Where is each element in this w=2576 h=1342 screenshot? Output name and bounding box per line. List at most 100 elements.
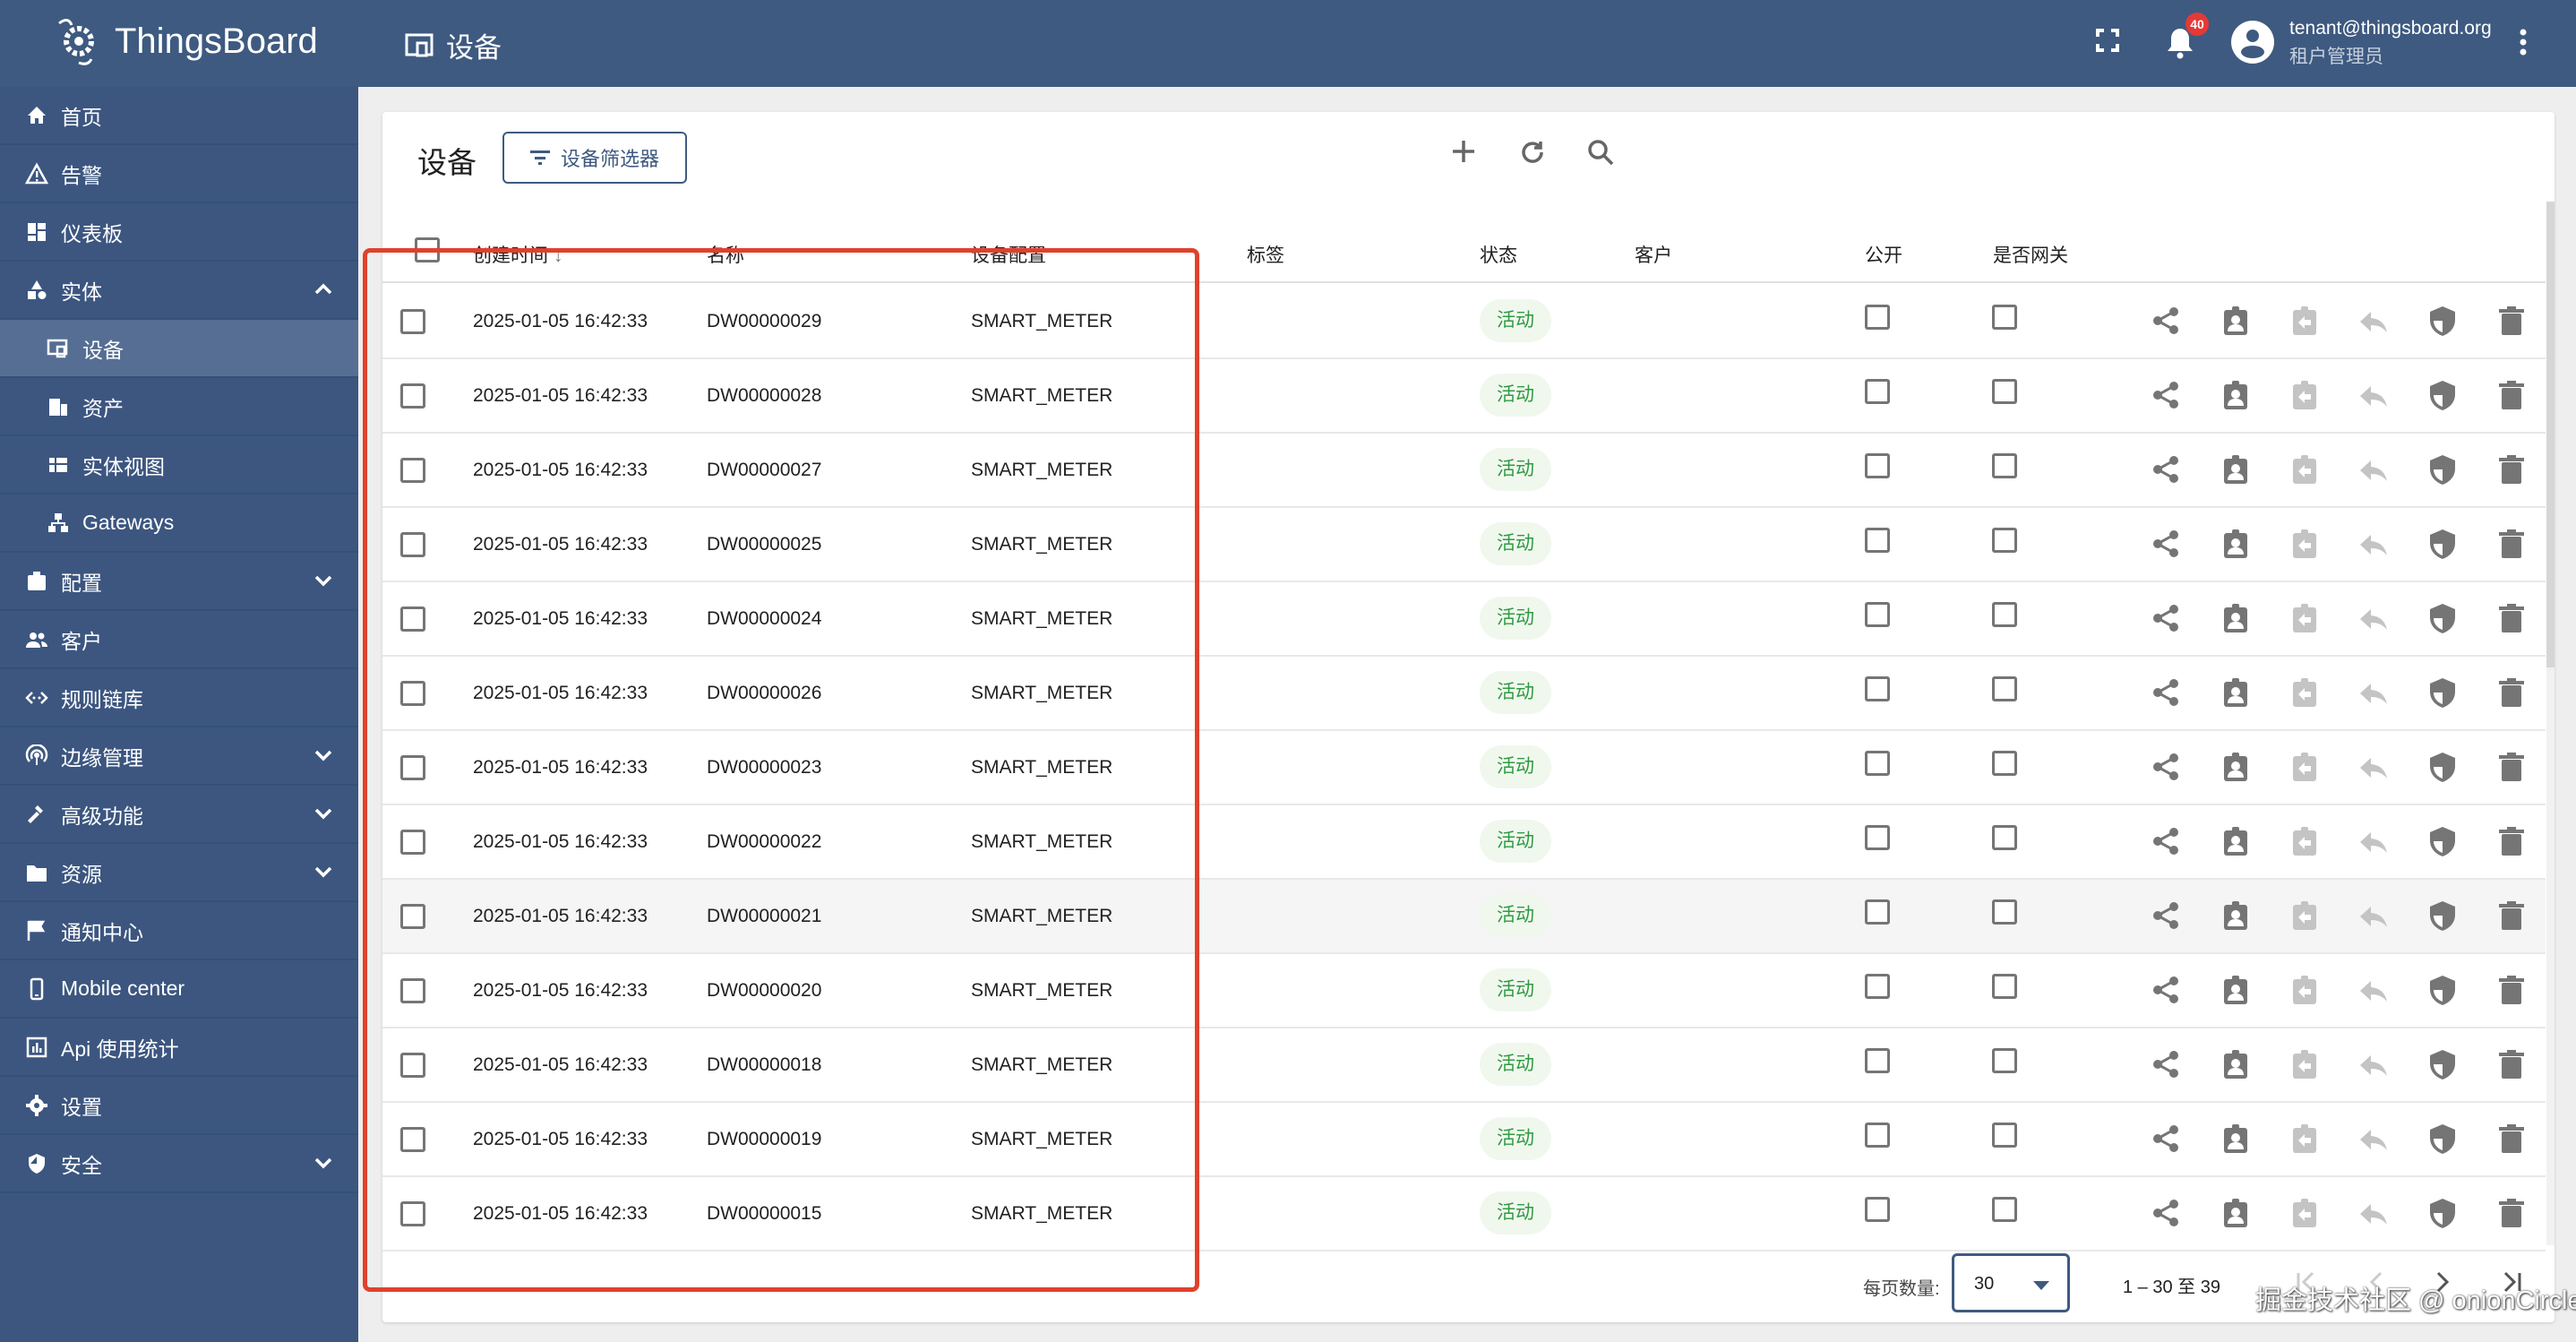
avatar[interactable]	[2230, 20, 2275, 69]
row-checkbox[interactable]	[400, 1053, 425, 1078]
public-checkbox[interactable]	[1865, 825, 1890, 850]
reply-icon[interactable]	[2357, 305, 2390, 337]
reply-icon[interactable]	[2357, 528, 2390, 560]
assign-customer-icon[interactable]	[2220, 825, 2252, 857]
table-row[interactable]: 2025-01-05 16:42:33 DW00000024 SMART_METER…	[382, 582, 2546, 657]
row-checkbox[interactable]	[400, 1201, 425, 1226]
credentials-shield-icon[interactable]	[2426, 379, 2459, 411]
logo[interactable]: ThingsBoard	[52, 14, 318, 68]
assign-customer-icon[interactable]	[2220, 1048, 2252, 1080]
reply-icon[interactable]	[2357, 1048, 2390, 1080]
public-checkbox[interactable]	[1865, 1123, 1890, 1148]
is-gateway-checkbox[interactable]	[1992, 453, 2017, 478]
share-icon[interactable]	[2150, 974, 2182, 1006]
table-row[interactable]: 2025-01-05 16:42:33 DW00000020 SMART_METER…	[382, 954, 2546, 1028]
unassign-customer-icon[interactable]	[2288, 899, 2321, 932]
share-icon[interactable]	[2150, 825, 2182, 857]
table-row[interactable]: 2025-01-05 16:42:33 DW00000015 SMART_METER…	[382, 1177, 2546, 1252]
unassign-customer-icon[interactable]	[2288, 1123, 2321, 1155]
reply-icon[interactable]	[2357, 899, 2390, 932]
table-row[interactable]: 2025-01-05 16:42:33 DW00000028 SMART_METER…	[382, 359, 2546, 434]
is-gateway-checkbox[interactable]	[1992, 1123, 2017, 1148]
delete-icon[interactable]	[2495, 974, 2528, 1006]
unassign-customer-icon[interactable]	[2288, 751, 2321, 783]
column-public[interactable]: 公开	[1865, 241, 1902, 268]
delete-icon[interactable]	[2495, 453, 2528, 486]
reply-icon[interactable]	[2357, 1123, 2390, 1155]
share-icon[interactable]	[2150, 1048, 2182, 1080]
delete-icon[interactable]	[2495, 751, 2528, 783]
user-info[interactable]: tenant@thingsboard.org 租户管理员	[2289, 14, 2492, 72]
is-gateway-checkbox[interactable]	[1992, 305, 2017, 330]
reply-icon[interactable]	[2357, 453, 2390, 486]
credentials-shield-icon[interactable]	[2426, 528, 2459, 560]
assign-customer-icon[interactable]	[2220, 899, 2252, 932]
chevron-down-icon[interactable]	[312, 744, 335, 767]
row-checkbox[interactable]	[400, 978, 425, 1003]
is-gateway-checkbox[interactable]	[1992, 825, 2017, 850]
sidebar-item-notification-center[interactable]: 通知中心	[0, 902, 358, 960]
row-checkbox[interactable]	[400, 309, 425, 334]
is-gateway-checkbox[interactable]	[1992, 974, 2017, 999]
credentials-shield-icon[interactable]	[2426, 1048, 2459, 1080]
row-checkbox[interactable]	[400, 830, 425, 855]
refresh-button[interactable]	[1519, 139, 1546, 170]
credentials-shield-icon[interactable]	[2426, 1123, 2459, 1155]
scrollbar-thumb[interactable]	[2546, 202, 2555, 667]
row-checkbox[interactable]	[400, 681, 425, 706]
table-row[interactable]: 2025-01-05 16:42:33 DW00000018 SMART_METER…	[382, 1028, 2546, 1103]
search-button[interactable]	[1587, 139, 1614, 170]
sidebar-item-advanced[interactable]: 高级功能	[0, 786, 358, 844]
is-gateway-checkbox[interactable]	[1992, 751, 2017, 776]
share-icon[interactable]	[2150, 676, 2182, 709]
is-gateway-checkbox[interactable]	[1992, 528, 2017, 553]
row-checkbox[interactable]	[400, 755, 425, 780]
sidebar-item-asset[interactable]: 资产	[0, 378, 358, 436]
table-scrollbar[interactable]	[2546, 202, 2555, 1245]
column-is-gateway[interactable]: 是否网关	[1993, 241, 2068, 268]
chevron-down-icon[interactable]	[312, 569, 335, 592]
sidebar-item-gateway[interactable]: Gateways	[0, 495, 358, 553]
row-checkbox[interactable]	[400, 383, 425, 409]
public-checkbox[interactable]	[1865, 305, 1890, 330]
unassign-customer-icon[interactable]	[2288, 379, 2321, 411]
unassign-customer-icon[interactable]	[2288, 825, 2321, 857]
sidebar-item-warning[interactable]: 告警	[0, 145, 358, 203]
public-checkbox[interactable]	[1865, 528, 1890, 553]
assign-customer-icon[interactable]	[2220, 305, 2252, 337]
public-checkbox[interactable]	[1865, 751, 1890, 776]
unassign-customer-icon[interactable]	[2288, 305, 2321, 337]
column-device-profile[interactable]: 设备配置	[971, 241, 1046, 268]
credentials-shield-icon[interactable]	[2426, 305, 2459, 337]
assign-customer-icon[interactable]	[2220, 528, 2252, 560]
table-row[interactable]: 2025-01-05 16:42:33 DW00000029 SMART_METER…	[382, 285, 2546, 359]
sidebar-item-mobile[interactable]: Mobile center	[0, 960, 358, 1019]
add-device-button[interactable]	[1451, 139, 1476, 168]
delete-icon[interactable]	[2495, 305, 2528, 337]
delete-icon[interactable]	[2495, 379, 2528, 411]
share-icon[interactable]	[2150, 899, 2182, 932]
page-size-select[interactable]: 30	[1952, 1253, 2070, 1312]
is-gateway-checkbox[interactable]	[1992, 1197, 2017, 1222]
sidebar-item-dashboard[interactable]: 仪表板	[0, 203, 358, 262]
sidebar-item-chart[interactable]: Api 使用统计	[0, 1019, 358, 1077]
row-checkbox[interactable]	[400, 1127, 425, 1152]
public-checkbox[interactable]	[1865, 899, 1890, 925]
unassign-customer-icon[interactable]	[2288, 602, 2321, 634]
unassign-customer-icon[interactable]	[2288, 974, 2321, 1006]
table-row[interactable]: 2025-01-05 16:42:33 DW00000022 SMART_METER…	[382, 805, 2546, 880]
more-vert-icon[interactable]	[2519, 29, 2528, 60]
chevron-up-icon[interactable]	[312, 278, 335, 301]
public-checkbox[interactable]	[1865, 974, 1890, 999]
column-label-tags[interactable]: 标签	[1247, 241, 1284, 268]
credentials-shield-icon[interactable]	[2426, 825, 2459, 857]
sidebar-item-customers[interactable]: 客户	[0, 611, 358, 669]
table-row[interactable]: 2025-01-05 16:42:33 DW00000026 SMART_METER…	[382, 657, 2546, 731]
assign-customer-icon[interactable]	[2220, 676, 2252, 709]
is-gateway-checkbox[interactable]	[1992, 676, 2017, 701]
sidebar-item-edge[interactable]: 边缘管理	[0, 727, 358, 786]
assign-customer-icon[interactable]	[2220, 1197, 2252, 1229]
column-name[interactable]: 名称	[707, 241, 744, 268]
delete-icon[interactable]	[2495, 1048, 2528, 1080]
is-gateway-checkbox[interactable]	[1992, 379, 2017, 404]
